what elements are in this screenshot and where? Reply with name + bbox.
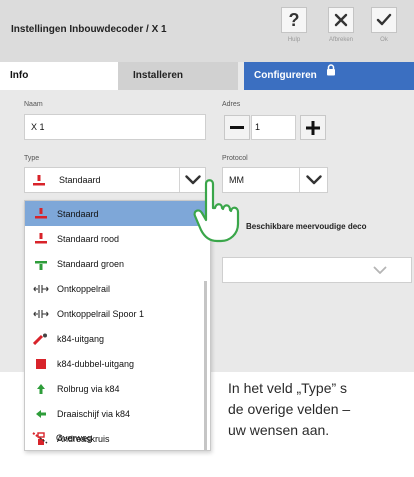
turntable-icon	[31, 408, 51, 420]
instruction-caption: In het veld „Type” s de overige velden –…	[228, 378, 414, 441]
chevron-down-icon[interactable]	[369, 260, 391, 280]
type-option-label: Standaard groen	[57, 258, 125, 269]
address-input[interactable]: 1	[251, 115, 296, 140]
k84-output-icon	[31, 333, 51, 345]
close-icon	[328, 7, 354, 33]
uncoupler-icon	[31, 284, 51, 294]
tab-bar: Info Installeren Configureren	[0, 62, 414, 90]
plus-icon	[306, 120, 320, 135]
help-button-label: Hulp	[287, 37, 301, 43]
address-field-label: Adres	[222, 101, 241, 108]
type-option-standaard-groen[interactable]: Standaard groen	[25, 251, 205, 276]
type-option-label: Draaischijf via k84	[57, 408, 131, 419]
type-option-ontkoppelrail[interactable]: Ontkoppelrail	[25, 276, 205, 301]
multi-decoder-label: Beschikbare meervoudige deco	[246, 222, 367, 231]
type-option-ontkoppelrail-spoor-1[interactable]: Ontkoppelrail Spoor 1	[25, 301, 205, 326]
help-icon: ?	[281, 7, 307, 33]
red-signal-icon	[33, 174, 45, 192]
type-option-k84-dubbel-uitgang[interactable]: k84-dubbel-uitgang	[25, 351, 205, 376]
type-select[interactable]: Standaard	[24, 167, 206, 193]
uncoupler-icon	[31, 309, 51, 319]
caption-line: de overige velden –	[228, 401, 351, 417]
type-option-overweg[interactable]: Overweg	[24, 425, 204, 450]
red-signal-icon	[31, 232, 51, 245]
type-option-label: Rolbrug via k84	[57, 383, 120, 394]
tab-configureren-label: Configureren	[254, 70, 317, 81]
green-signal-icon	[31, 258, 51, 270]
type-option-label: k84-dubbel-uitgang	[57, 358, 135, 369]
type-option-label: Ontkoppelrail Spoor 1	[57, 308, 145, 319]
type-select-value: Standaard	[59, 175, 101, 185]
type-option-label: Overweg	[56, 432, 93, 443]
lock-icon	[326, 60, 336, 88]
multi-decoder-select[interactable]	[222, 257, 412, 283]
k84-double-output-icon	[31, 358, 51, 370]
tab-configureren[interactable]: Configureren	[244, 62, 414, 90]
checkmark-icon	[371, 7, 397, 33]
ok-button[interactable]: Ok	[369, 7, 399, 53]
name-input[interactable]: X 1	[24, 114, 206, 140]
caption-line: uw wensen aan.	[228, 422, 330, 438]
chevron-down-icon[interactable]	[299, 168, 327, 192]
type-option-label: Ontkoppelrail	[57, 283, 111, 294]
type-dropdown-list: Standaard Standaard rood Standaard groen…	[24, 200, 211, 451]
type-option-k84-uitgang[interactable]: k84-uitgang	[25, 326, 205, 351]
level-crossing-icon	[30, 431, 50, 444]
tab-info[interactable]: Info	[0, 62, 118, 90]
help-button[interactable]: ? Hulp	[279, 7, 309, 53]
caption-line: In het veld „Type” s	[228, 380, 348, 396]
type-option-label: Standaard rood	[57, 233, 120, 244]
dialog-titlebar: Instellingen Inbouwdecoder / X 1 ? Hulp …	[0, 0, 414, 62]
type-option-rolbrug-via-k84[interactable]: Rolbrug via k84	[25, 376, 205, 401]
type-option-draaischijf-via-k84[interactable]: Draaischijf via k84	[25, 401, 205, 426]
type-option-standaard[interactable]: Standaard	[25, 201, 205, 226]
tab-installeren[interactable]: Installeren	[118, 62, 238, 90]
red-signal-icon	[31, 207, 51, 220]
cancel-button[interactable]: Afbreken	[326, 7, 356, 53]
protocol-field-label: Protocol	[222, 155, 248, 162]
type-option-label: Standaard	[57, 208, 99, 219]
transfer-table-icon	[31, 383, 51, 395]
cancel-button-label: Afbreken	[328, 37, 353, 43]
minus-icon	[230, 125, 244, 129]
tap-hand-icon	[193, 179, 240, 243]
ok-button-label: Ok	[380, 37, 388, 43]
dropdown-scrollbar[interactable]	[204, 281, 207, 450]
address-increment-button[interactable]	[300, 115, 326, 140]
type-option-standaard-rood[interactable]: Standaard rood	[25, 226, 205, 251]
dialog-title: Instellingen Inbouwdecoder / X 1	[11, 24, 167, 35]
type-field-label: Type	[24, 155, 40, 162]
type-option-label: k84-uitgang	[57, 333, 105, 344]
name-field-label: Naam	[24, 101, 43, 108]
address-decrement-button[interactable]	[224, 115, 250, 140]
